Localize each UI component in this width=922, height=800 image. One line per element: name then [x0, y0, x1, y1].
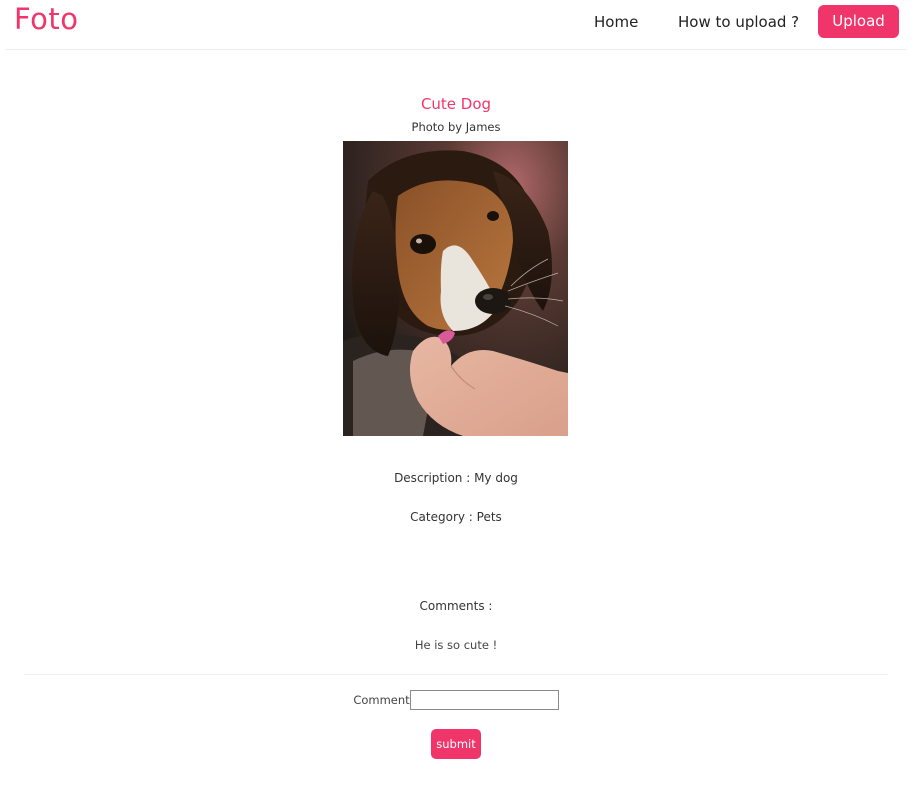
page: Foto Home How to upload ? Upload Cute Do…: [0, 0, 922, 800]
photo-byline: Photo by James: [411, 120, 501, 134]
nav-how-to-upload-link[interactable]: How to upload ?: [678, 13, 799, 31]
divider: [24, 674, 888, 675]
nav-home-link[interactable]: Home: [594, 13, 638, 31]
navbar: Foto Home How to upload ? Upload: [6, 0, 906, 50]
brand-logo[interactable]: Foto: [14, 2, 79, 36]
photo-category: Category : Pets: [410, 510, 502, 524]
comment-form: Comment: [0, 690, 912, 710]
photo-image: [343, 141, 568, 436]
comments-heading: Comments :: [419, 599, 493, 613]
comment-label: Comment: [353, 693, 410, 707]
submit-button[interactable]: submit: [431, 729, 481, 759]
dog-photo-illustration: [343, 141, 568, 436]
photo-title: Cute Dog: [420, 95, 492, 113]
comment-item: He is so cute !: [414, 638, 498, 652]
photo-description: Description : My dog: [394, 471, 518, 485]
comment-input[interactable]: [409, 690, 559, 710]
upload-button[interactable]: Upload: [818, 5, 899, 38]
